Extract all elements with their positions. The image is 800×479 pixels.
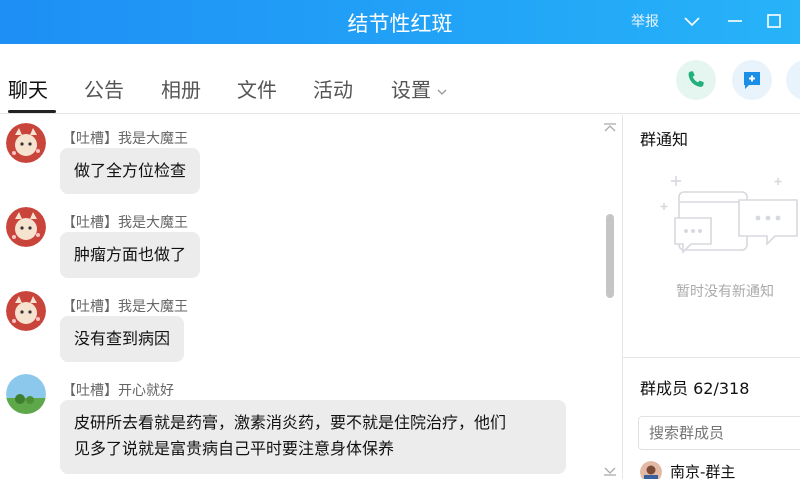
minimize-icon[interactable] [724,10,746,32]
message-bubble[interactable]: 肿瘤方面也做了 [60,232,201,278]
message-sender: 【吐槽】我是大魔王 [62,215,188,231]
chevron-down-icon [437,89,447,95]
chat-add-icon [744,72,760,89]
tab-settings-label: 设置 [391,78,431,102]
new-chat-button[interactable] [732,60,772,100]
message-text: 做了全方位检查 [74,161,187,180]
group-members-title: 群成员 62/318 [640,379,750,398]
member-name[interactable]: 南京-群主 [670,461,735,479]
maximize-icon[interactable] [763,10,785,32]
report-button[interactable]: 举报 [631,11,659,31]
avatar[interactable] [6,291,46,331]
phone-icon [688,71,704,87]
avatar[interactable] [640,461,662,479]
chat-scrollbar[interactable] [606,214,614,298]
tab-files[interactable]: 文件 [237,74,277,103]
message-text-line: 皮研所去看就是药膏，激素消炎药，要不就是住院治疗，他们 [74,413,507,432]
panel-section-divider [622,357,800,358]
message-text-line: 见多了说就是富贵病自己平时要注意身体保养 [74,439,395,458]
more-icon [794,68,800,92]
voice-call-button[interactable] [676,60,716,100]
title-bar: 结节性红斑 举报 [0,0,800,44]
message-bubble[interactable]: 皮研所去看就是药膏，激素消炎药，要不就是住院治疗，他们 见多了说就是富贵病自己平… [60,400,566,474]
tab-bar: 聊天 公告 相册 文件 活动 设置 [0,44,800,114]
scroll-down-icon[interactable] [603,461,617,476]
member-search-input[interactable] [638,416,800,450]
message-text: 没有查到病因 [74,329,171,348]
avatar[interactable] [6,207,46,247]
avatar[interactable] [6,123,46,163]
tab-settings[interactable]: 设置 [391,74,447,103]
message-bubble[interactable]: 做了全方位检查 [60,148,201,194]
message-sender: 【吐槽】我是大魔王 [62,131,188,147]
empty-notice-text: 暂时没有新通知 [676,284,774,300]
more-button[interactable] [786,60,800,100]
tab-announcement[interactable]: 公告 [84,74,124,103]
empty-notice-illustration [655,170,800,265]
message-bubble[interactable]: 没有查到病因 [60,316,185,362]
scroll-up-icon[interactable] [603,118,617,132]
message-sender: 【吐槽】我是大魔王 [62,299,188,315]
chat-message-list[interactable]: 【吐槽】我是大魔王 做了全方位检查 【吐槽】我是大魔王 肿瘤方面也做了 【吐槽】… [0,115,622,479]
tab-album[interactable]: 相册 [161,74,201,103]
panel-divider [622,115,623,479]
chevron-down-icon[interactable] [681,10,703,32]
tab-active-underline [8,110,56,113]
message-text: 肿瘤方面也做了 [74,245,187,264]
message-sender: 【吐槽】开心就好 [62,383,174,399]
avatar[interactable] [6,374,46,414]
tab-chat[interactable]: 聊天 [8,74,48,103]
tab-activity[interactable]: 活动 [313,74,353,103]
group-notice-title: 群通知 [640,130,689,149]
window-title: 结节性红斑 [347,12,453,36]
